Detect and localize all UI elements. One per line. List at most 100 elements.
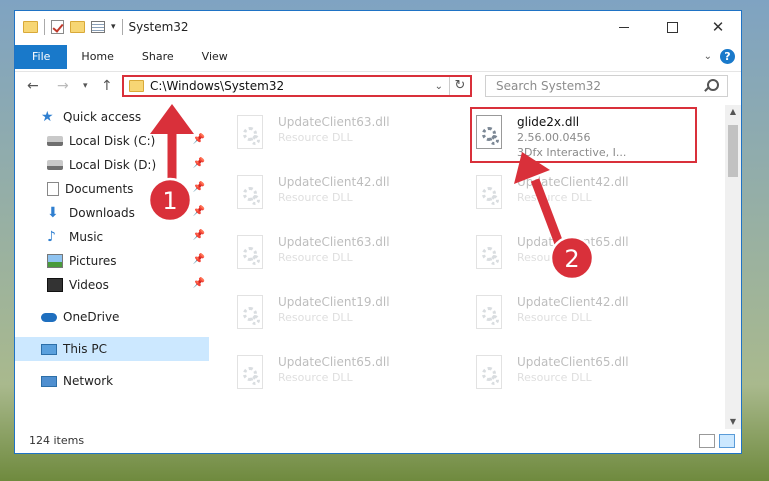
search-box[interactable]: Search System32: [485, 75, 728, 97]
title-bar: ▾ System32 ✕: [15, 11, 741, 45]
sidebar-item-documents[interactable]: Documents 📌: [15, 177, 209, 201]
maximize-button[interactable]: [649, 11, 695, 43]
file-tile[interactable]: UpdateClient19.dll Resource DLL: [229, 289, 444, 339]
file-type: Resource DLL: [517, 311, 592, 324]
file-tile[interactable]: UpdateClient42.dll Resource DLL: [468, 289, 683, 339]
refresh-icon[interactable]: ↻: [449, 77, 470, 95]
file-name: UpdateClient63.dll: [278, 115, 390, 129]
file-tile[interactable]: UpdateClient63.dll Resource DLL: [229, 109, 444, 159]
new-folder-icon[interactable]: [70, 21, 85, 33]
navigation-bar: ← → ▾ ↑ C:\Windows\System32 ⌄ ↻ Search S…: [15, 71, 741, 102]
maximize-icon: [666, 21, 678, 33]
tab-view[interactable]: View: [188, 45, 242, 69]
pin-icon[interactable]: 📌: [193, 230, 205, 241]
item-count: 124 items: [29, 434, 85, 447]
minimize-button[interactable]: [601, 11, 647, 43]
vertical-scrollbar[interactable]: ▲ ▼: [725, 105, 741, 429]
file-tile[interactable]: UpdateClient63.dll Resource DLL: [229, 229, 444, 279]
sidebar-item-label: Videos: [69, 278, 109, 292]
sidebar-item-label: Downloads: [69, 206, 135, 220]
file-tile[interactable]: UpdateClient42.dll Resource DLL: [229, 169, 444, 219]
pin-icon[interactable]: 📌: [193, 278, 205, 289]
tab-home[interactable]: Home: [67, 45, 127, 69]
sidebar-item-local-disk-d[interactable]: Local Disk (D:) 📌: [15, 153, 209, 177]
dll-file-icon: [474, 175, 506, 215]
toolbar-divider: [121, 19, 123, 35]
this-pc-icon: [41, 343, 57, 355]
file-type: Resource DLL: [278, 371, 353, 384]
scroll-thumb[interactable]: [728, 125, 738, 177]
back-arrow-icon[interactable]: ←: [27, 78, 39, 94]
scroll-up-icon[interactable]: ▲: [725, 105, 741, 119]
file-type: Resource DLL: [278, 251, 353, 264]
sidebar-item-downloads[interactable]: ⬇ Downloads 📌: [15, 201, 209, 225]
sidebar-item-onedrive[interactable]: OneDrive: [15, 305, 209, 329]
recent-locations-icon[interactable]: ▾: [83, 81, 88, 91]
file-tile[interactable]: UpdateClient65.dll Resource DLL: [468, 229, 683, 279]
file-name: UpdateClient42.dll: [278, 175, 390, 189]
address-path[interactable]: C:\Windows\System32: [150, 79, 429, 93]
file-name: UpdateClient63.dll: [278, 235, 390, 249]
dll-file-icon: [235, 355, 267, 395]
pin-icon[interactable]: 📌: [193, 158, 205, 169]
up-arrow-icon[interactable]: ↑: [101, 78, 113, 94]
sidebar-item-videos[interactable]: Videos 📌: [15, 273, 209, 297]
pin-icon[interactable]: 📌: [193, 134, 205, 145]
address-bar[interactable]: C:\Windows\System32 ⌄ ↻: [122, 75, 472, 97]
sidebar-item-music[interactable]: ♪ Music 📌: [15, 225, 209, 249]
details-view-icon[interactable]: [699, 434, 715, 448]
pin-icon[interactable]: 📌: [193, 182, 205, 193]
file-list: UpdateClient63.dll Resource DLL UpdateCl…: [211, 105, 723, 423]
forward-arrow-icon[interactable]: →: [57, 78, 69, 94]
help-icon[interactable]: ?: [720, 49, 735, 64]
close-button[interactable]: ✕: [695, 11, 741, 43]
sidebar-item-quick-access[interactable]: ★ Quick access: [15, 105, 209, 129]
address-dropdown-icon[interactable]: ⌄: [429, 81, 449, 92]
close-icon: ✕: [711, 18, 725, 36]
file-name: UpdateClient65.dll: [278, 355, 390, 369]
pin-icon[interactable]: 📌: [193, 254, 205, 265]
folder-icon[interactable]: [23, 21, 38, 33]
tab-file[interactable]: File: [15, 45, 68, 69]
tiles-view-icon[interactable]: [719, 434, 735, 448]
network-icon: [41, 375, 57, 387]
status-bar: 124 items: [15, 431, 741, 453]
sidebar-item-label: Local Disk (C:): [69, 134, 156, 148]
file-name: UpdateClient42.dll: [517, 175, 629, 189]
dll-file-icon: [235, 295, 267, 335]
sidebar-item-local-disk-c[interactable]: Local Disk (C:) 📌: [15, 129, 209, 153]
highlight-box: [470, 107, 697, 163]
search-placeholder[interactable]: Search System32: [496, 79, 601, 93]
sidebar-item-label: Local Disk (D:): [69, 158, 157, 172]
file-name: UpdateClient19.dll: [278, 295, 390, 309]
pin-icon[interactable]: 📌: [193, 206, 205, 217]
music-icon: ♪: [47, 229, 56, 245]
star-icon: ★: [41, 109, 54, 125]
expand-ribbon-icon[interactable]: ⌄: [704, 51, 712, 62]
documents-icon: [47, 182, 59, 196]
file-type: Resource DLL: [278, 131, 353, 144]
tab-share[interactable]: Share: [128, 45, 188, 69]
search-icon[interactable]: [707, 79, 719, 91]
file-tile[interactable]: UpdateClient42.dll Resource DLL: [468, 169, 683, 219]
sidebar-item-network[interactable]: Network: [15, 369, 209, 393]
properties-check-icon[interactable]: [51, 20, 64, 34]
file-tile[interactable]: UpdateClient65.dll Resource DLL: [229, 349, 444, 399]
scroll-down-icon[interactable]: ▼: [725, 415, 741, 429]
dll-file-icon: [474, 295, 506, 335]
drive-icon: [47, 136, 63, 146]
file-type: Resource DLL: [517, 371, 592, 384]
file-tile[interactable]: UpdateClient65.dll Resource DLL: [468, 349, 683, 399]
chevron-down-icon[interactable]: ▾: [111, 22, 116, 32]
folder-icon: [129, 80, 144, 92]
sidebar-item-label: Music: [69, 230, 104, 244]
customize-toolbar-icon[interactable]: [91, 21, 105, 33]
sidebar-item-this-pc[interactable]: This PC: [15, 337, 209, 361]
sidebar-item-label: Quick access: [63, 110, 142, 124]
sidebar-item-pictures[interactable]: Pictures 📌: [15, 249, 209, 273]
dll-file-icon: [235, 235, 267, 275]
navigation-pane: ★ Quick access Local Disk (C:) 📌 Local D…: [15, 105, 209, 423]
file-name: UpdateClient42.dll: [517, 295, 629, 309]
